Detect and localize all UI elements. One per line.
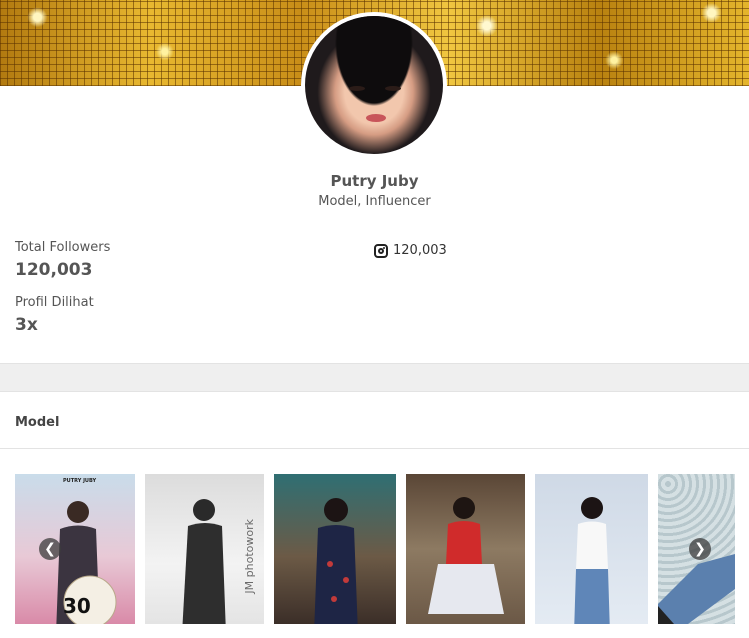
profile-role: Model, Influencer — [318, 194, 431, 209]
views-value: 3x — [15, 315, 38, 335]
followers-value: 120,003 — [15, 260, 93, 280]
section-divider-line — [0, 448, 749, 449]
profile-name: Putry Juby — [330, 172, 419, 190]
arrow-right-icon[interactable]: ❯ — [689, 538, 711, 560]
section-divider — [0, 363, 749, 392]
photo-caption: PUTRY JUBY — [63, 478, 97, 484]
instagram-count: 120,003 — [393, 243, 447, 258]
gallery-photo-4[interactable] — [406, 474, 525, 624]
photo-watermark: JM photowork — [243, 519, 256, 594]
instagram-followers[interactable]: 120,003 — [374, 243, 447, 258]
section-title: Model — [15, 415, 60, 430]
gallery-photo-3[interactable] — [274, 474, 396, 624]
instagram-icon — [374, 243, 388, 258]
followers-label: Total Followers — [15, 240, 111, 255]
gallery-photo-2[interactable]: JM photowork — [145, 474, 264, 624]
gallery-photo-5[interactable] — [535, 474, 648, 624]
avatar[interactable] — [301, 12, 447, 158]
arrow-left-icon[interactable]: ❮ — [39, 538, 61, 560]
views-label: Profil Dilihat — [15, 295, 94, 310]
gallery-photo-1[interactable]: PUTRY JUBY 30 — [15, 474, 135, 624]
photo-overlay-number: 30 — [63, 594, 91, 618]
